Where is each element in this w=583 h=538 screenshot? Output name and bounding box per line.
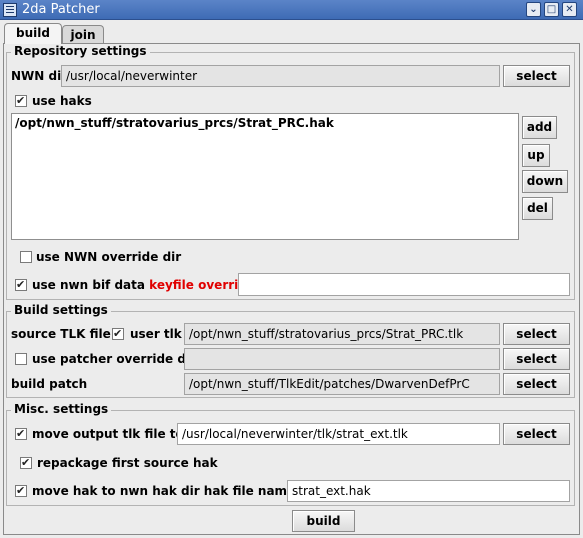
nwn-dir-field[interactable]: /usr/local/neverwinter	[61, 65, 500, 87]
move-tlk-field[interactable]: /usr/local/neverwinter/tlk/strat_ext.tlk	[177, 423, 500, 445]
source-tlk-select-button[interactable]: select	[503, 323, 570, 345]
nwn-dir-label: NWN dir	[11, 69, 68, 83]
build-button[interactable]: build	[292, 510, 355, 532]
build-settings-title: Build settings	[11, 303, 111, 317]
source-tlk-label: source TLK file	[11, 327, 111, 341]
use-nwn-bif-checkbox[interactable]	[15, 278, 27, 291]
move-tlk-checkbox[interactable]	[15, 427, 27, 440]
patcher-override-select-button[interactable]: select	[503, 348, 570, 370]
shade-icon[interactable]: ⌄	[526, 2, 541, 17]
hak-name-field[interactable]: strat_ext.hak	[287, 480, 570, 502]
build-patch-field[interactable]: /opt/nwn_stuff/TlkEdit/patches/DwarvenDe…	[184, 373, 500, 395]
use-nwn-bif-label: use nwn bif data keyfile override	[32, 278, 255, 292]
source-tlk-field[interactable]: /opt/nwn_stuff/stratovarius_prcs/Strat_P…	[184, 323, 500, 345]
misc-settings-title: Misc. settings	[11, 402, 112, 416]
hak-list[interactable]: /opt/nwn_stuff/stratovarius_prcs/Strat_P…	[11, 113, 519, 240]
use-haks-label: use haks	[32, 94, 92, 108]
title-bar: 2da Patcher ⌄ □ ✕	[0, 0, 583, 20]
keyfile-override-field[interactable]	[238, 273, 570, 296]
repackage-checkbox[interactable]	[20, 456, 32, 469]
move-tlk-select-button[interactable]: select	[503, 423, 570, 445]
use-nwn-override-checkbox[interactable]	[20, 251, 32, 263]
move-hak-label: move hak to nwn hak dir hak file name :	[32, 484, 305, 498]
user-tlk-checkbox[interactable]	[112, 327, 124, 340]
app-icon	[3, 3, 17, 17]
add-button[interactable]: add	[522, 116, 557, 139]
move-tlk-label: move output tlk file to	[32, 427, 184, 441]
build-patch-select-button[interactable]: select	[503, 373, 570, 395]
repository-settings-title: Repository settings	[11, 44, 150, 58]
use-haks-checkbox[interactable]	[15, 94, 27, 107]
move-hak-checkbox[interactable]	[15, 484, 27, 497]
nwn-dir-select-button[interactable]: select	[503, 65, 570, 87]
up-button[interactable]: up	[522, 144, 550, 167]
user-tlk-label: user tlk	[130, 327, 182, 341]
patcher-override-field[interactable]	[184, 348, 500, 370]
tab-build[interactable]: build	[4, 23, 62, 44]
list-item[interactable]: /opt/nwn_stuff/stratovarius_prcs/Strat_P…	[15, 116, 334, 130]
repackage-label: repackage first source hak	[37, 456, 218, 470]
patcher-override-checkbox[interactable]	[15, 353, 27, 365]
build-patch-label: build patch	[11, 377, 88, 391]
window-title: 2da Patcher	[22, 2, 100, 17]
use-bif-text: use nwn bif data	[32, 278, 145, 292]
down-button[interactable]: down	[522, 170, 568, 193]
patcher-override-label: use patcher override dir	[32, 352, 196, 366]
use-nwn-override-label: use NWN override dir	[36, 250, 182, 264]
maximize-icon[interactable]: □	[544, 2, 559, 17]
tab-join[interactable]: join	[62, 25, 104, 45]
close-icon[interactable]: ✕	[562, 2, 577, 17]
del-button[interactable]: del	[522, 197, 553, 220]
